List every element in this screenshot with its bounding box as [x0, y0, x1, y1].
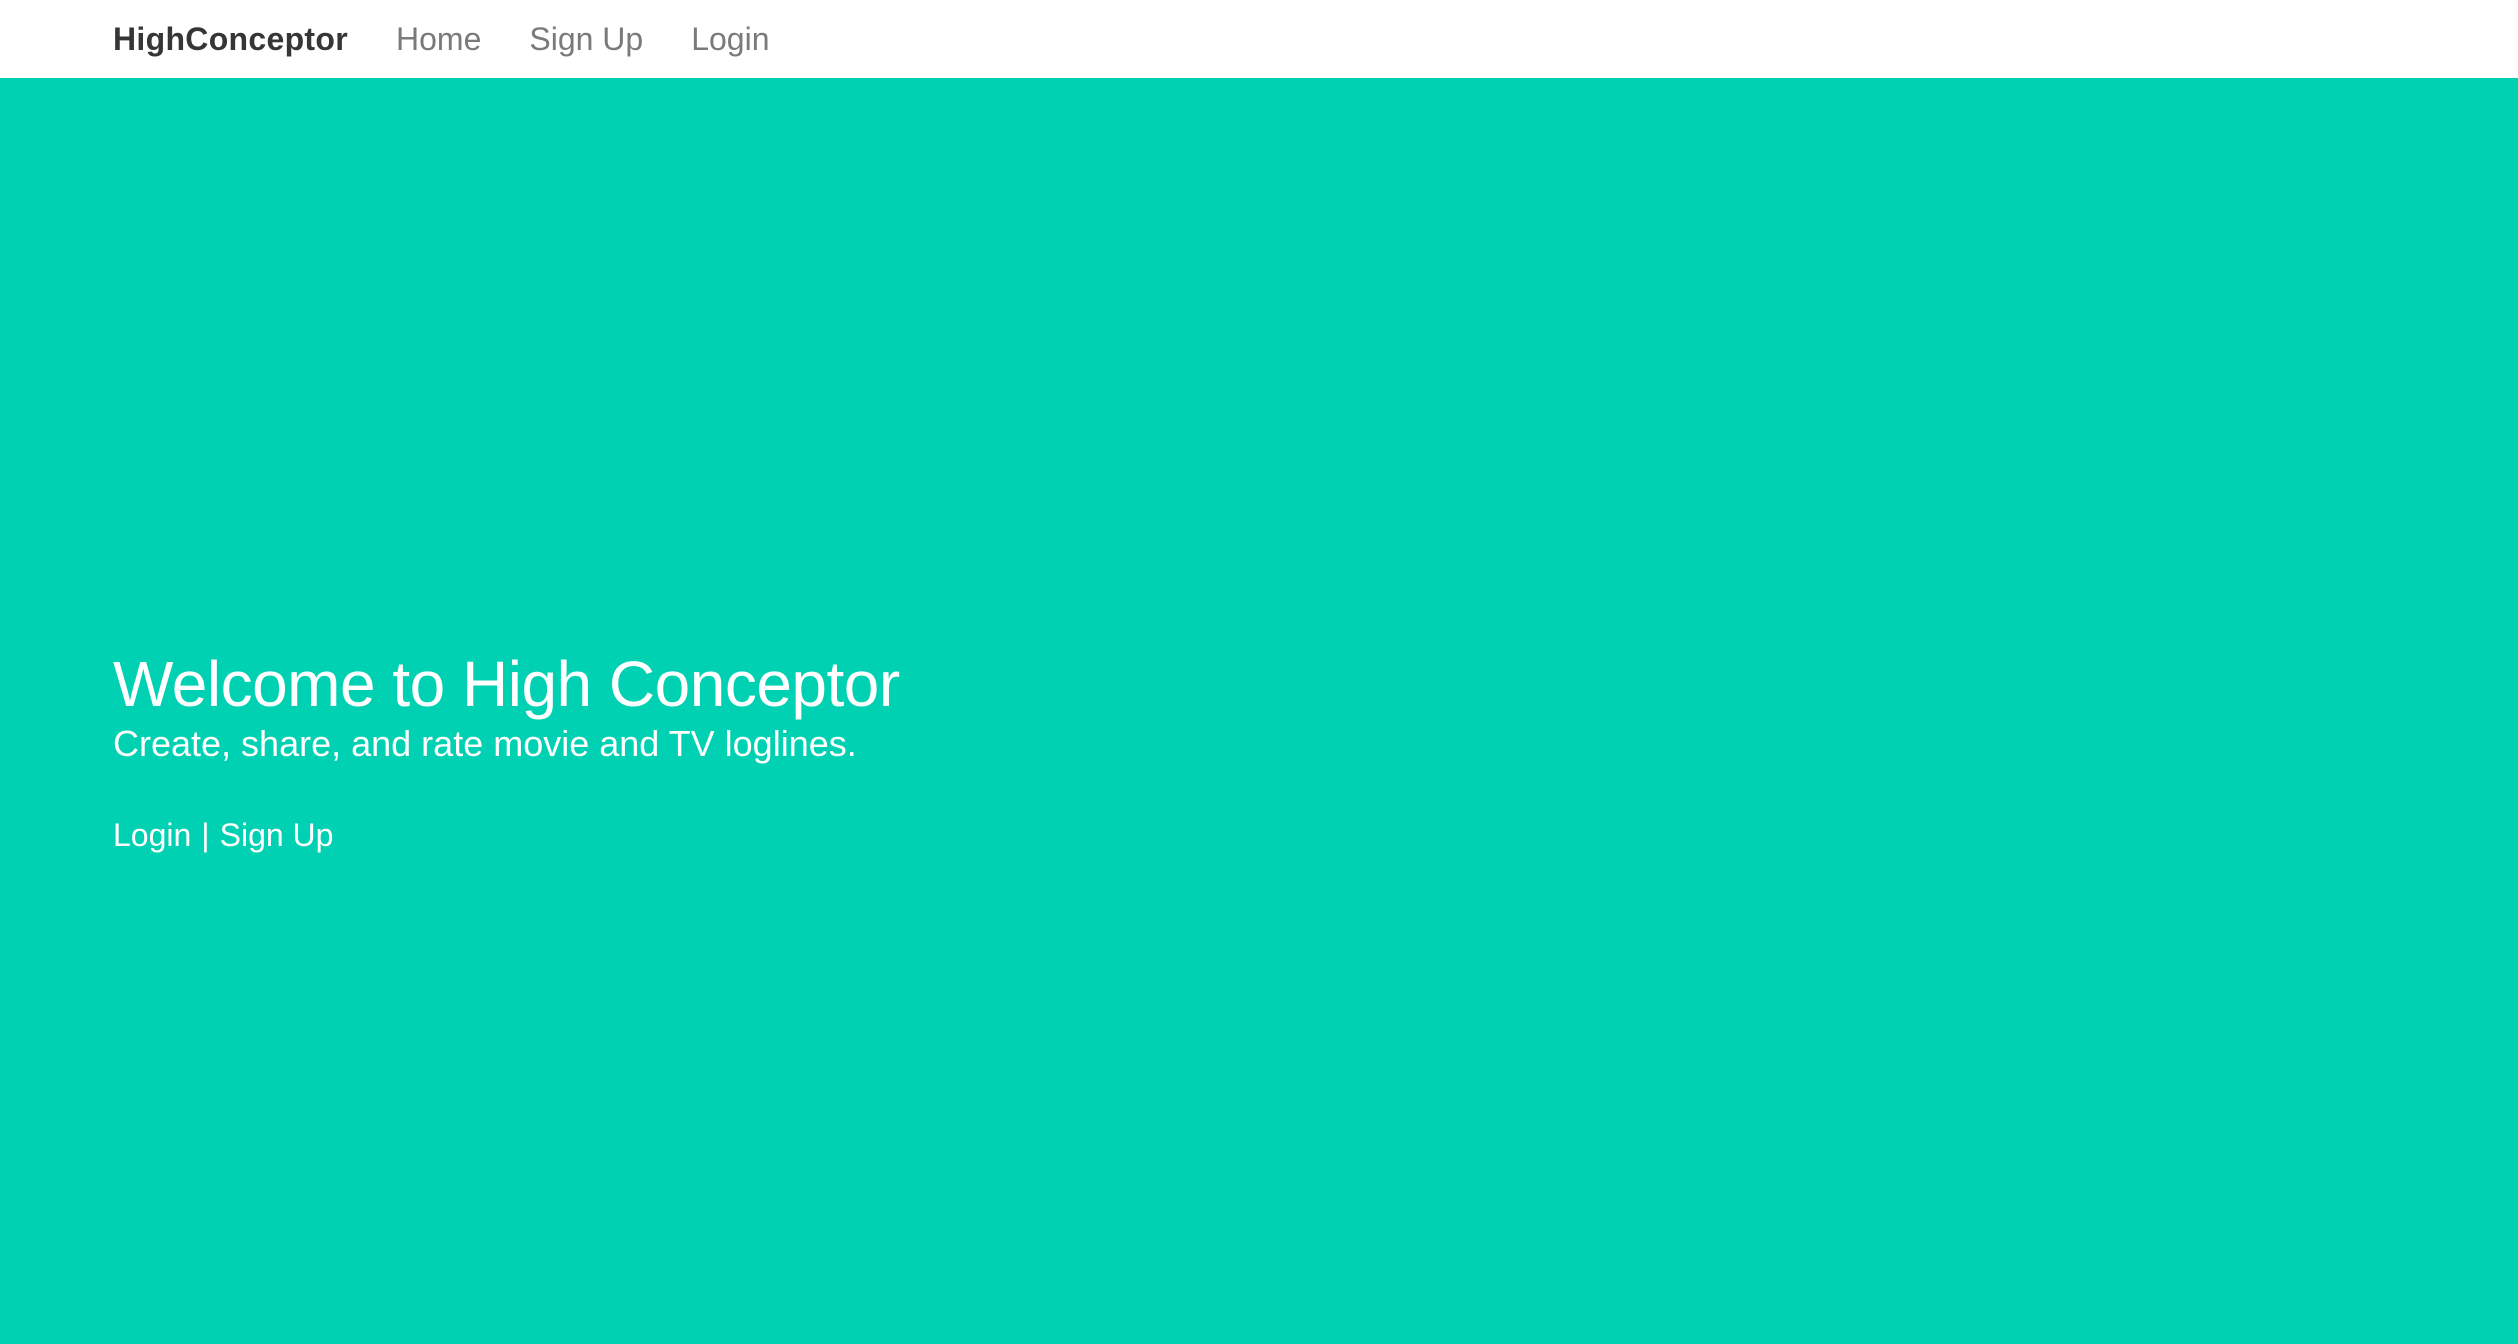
hero-auth-links: Login | Sign Up — [113, 817, 900, 854]
top-navbar: HighConceptor Home Sign Up Login — [0, 0, 2518, 78]
hero-subtitle: Create, share, and rate movie and TV log… — [113, 722, 857, 764]
nav-link-home[interactable]: Home — [396, 21, 481, 58]
hero-title: Welcome to High Conceptor — [113, 648, 900, 720]
hero-login-link[interactable]: Login — [113, 817, 191, 853]
hero-content: Welcome to High Conceptor Create, share,… — [113, 648, 900, 854]
nav-link-sign-up[interactable]: Sign Up — [529, 21, 643, 58]
hero-link-separator: | — [201, 816, 210, 853]
hero-section: Welcome to High Conceptor Create, share,… — [0, 78, 2518, 1344]
nav-link-login[interactable]: Login — [691, 21, 769, 58]
hero-sign-up-link[interactable]: Sign Up — [220, 817, 334, 853]
brand-logo-link[interactable]: HighConceptor — [113, 21, 348, 58]
